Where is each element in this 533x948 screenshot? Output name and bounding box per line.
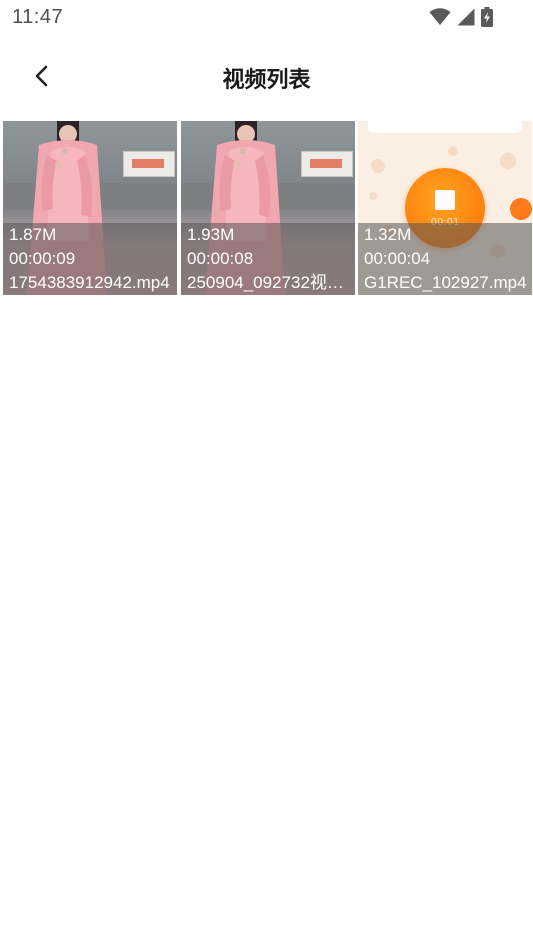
video-duration: 00:00:08 xyxy=(187,249,254,268)
status-icons xyxy=(429,7,493,27)
video-size: 1.87M xyxy=(9,225,57,244)
video-grid: 1.87M 00:00:09 1754383912942.mp4 1.93M 0… xyxy=(3,121,532,295)
video-list-screen: 11:47 视频列表 1.87M 00:00:09 1754383912942.… xyxy=(0,0,533,948)
video-card[interactable]: 00:01 1.32M 00:00:04 G1REC_102927.mp4 xyxy=(358,121,532,295)
video-duration: 00:00:09 xyxy=(9,249,76,268)
title-bar: 视频列表 xyxy=(0,44,533,110)
battery-charging-icon xyxy=(481,7,493,27)
floating-badge xyxy=(510,198,532,220)
status-bar: 11:47 xyxy=(0,0,533,36)
stop-icon xyxy=(435,190,455,210)
video-filename: G1REC_102927.mp4 xyxy=(364,273,527,292)
video-card[interactable]: 1.93M 00:00:08 250904_092732视频.mp4 xyxy=(181,121,355,295)
video-card[interactable]: 1.87M 00:00:09 1754383912942.mp4 xyxy=(3,121,177,295)
cellular-signal-icon xyxy=(457,8,475,26)
video-size: 1.93M xyxy=(187,225,235,244)
video-filename: 250904_092732视频.mp4 xyxy=(187,273,351,292)
video-size: 1.32M xyxy=(364,225,412,244)
video-duration: 00:00:04 xyxy=(364,249,431,268)
page-title: 视频列表 xyxy=(222,68,311,93)
video-filename: 1754383912942.mp4 xyxy=(9,273,170,292)
status-time: 11:47 xyxy=(12,6,64,28)
wifi-icon xyxy=(429,8,451,26)
